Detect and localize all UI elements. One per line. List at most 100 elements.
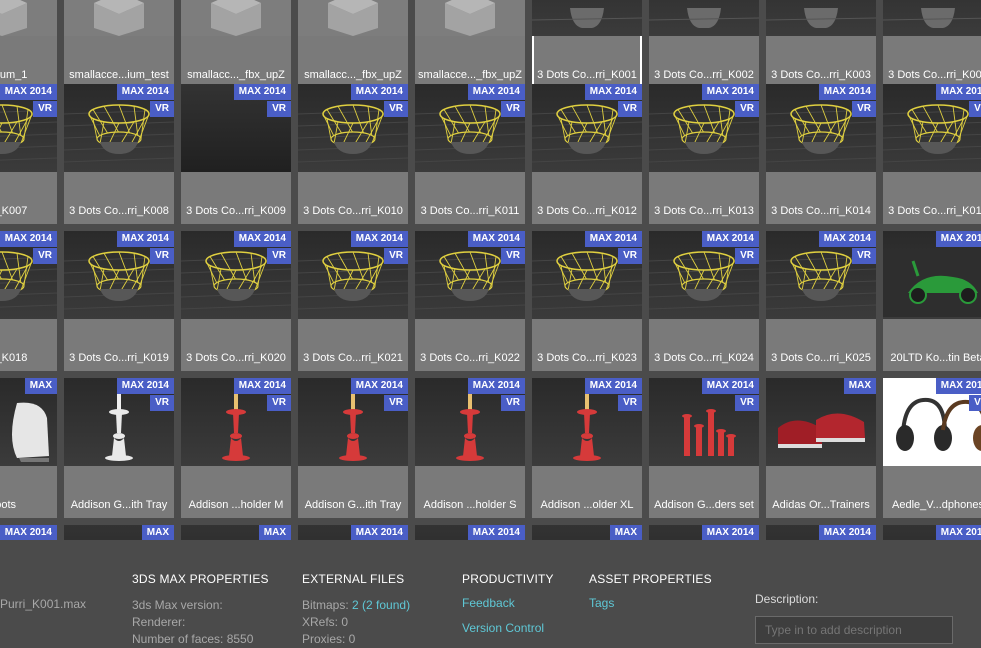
proxies-row: Proxies: 0	[302, 632, 356, 646]
productivity-title: PRODUCTIVITY	[462, 572, 554, 586]
asset-tile[interactable]: MAX 2014 VR 3 Dots Co...rri_K019	[64, 231, 174, 371]
asset-name: 3 Dots Co...rri_K010	[303, 205, 403, 217]
asset-tile[interactable]: MAX 2014 VR 3 Dots Co...rri_K022	[415, 231, 525, 371]
asset-thumbnail	[64, 0, 174, 36]
asset-name: 3 Dots Co...rri_K021	[303, 352, 403, 364]
renderer-row: Renderer:	[132, 615, 186, 629]
asset-tile[interactable]: MAX 2014 VR Addison ...holder M	[181, 378, 291, 518]
asset-tile[interactable]: 3 Dots Co...rri_K003	[766, 0, 876, 88]
asset-name: 3 Dots Co...rri_K014	[771, 205, 871, 217]
max-version-badge: MAX 2014	[233, 84, 291, 100]
asset-tile[interactable]: MAX 2014	[649, 525, 759, 540]
max-version-badge: MAX 2014	[935, 378, 981, 394]
asset-name: 3 Dots Co...rri_K020	[186, 352, 286, 364]
vray-badge: VR	[969, 395, 981, 411]
asset-tile[interactable]: MAX 2014	[298, 525, 408, 540]
asset-tile[interactable]: MAX	[181, 525, 291, 540]
asset-tile[interactable]: MAX 2014VR ...rri_K007	[0, 84, 57, 224]
asset-tile[interactable]: MAX Adidas Or...Trainers	[766, 378, 876, 518]
asset-tile[interactable]: 3 Dots Co...rri_K002	[649, 0, 759, 88]
asset-tile[interactable]: .yngium_1	[0, 0, 57, 88]
bitmaps-link[interactable]: 2 (2 found)	[352, 598, 410, 612]
vray-badge: VR	[618, 101, 642, 117]
max-version-badge: MAX 2014	[233, 378, 291, 394]
max-version-badge: MAX 2014	[0, 231, 57, 247]
description-input[interactable]	[755, 616, 953, 644]
vray-badge: VR	[150, 395, 174, 411]
asset-tile[interactable]: MAX 2014 VR 3 Dots Co...rri_K009	[181, 84, 291, 224]
asset-tile[interactable]: MAX 2014 VR 3 Dots Co...rri_K024	[649, 231, 759, 371]
tags-link[interactable]: Tags	[589, 591, 712, 616]
asset-name: Addison ...older XL	[540, 499, 634, 511]
asset-tile[interactable]: 3 Dots Co...rri_K004	[883, 0, 981, 88]
max-version-badge: MAX 2014	[467, 84, 525, 100]
asset-name: 3 Dots Co...rri_K019	[69, 352, 169, 364]
asset-tile[interactable]: MAX 2014 VR 3 Dots Co...rri_K025	[766, 231, 876, 371]
asset-thumbnail	[883, 0, 981, 36]
max-version-badge: MAX	[609, 525, 642, 540]
vray-badge: VR	[33, 101, 57, 117]
asset-tile[interactable]: MAX 2014 VR 3 Dots Co...rri_K020	[181, 231, 291, 371]
max-version-badge: MAX 2014	[467, 231, 525, 247]
vray-badge: VR	[384, 395, 408, 411]
asset-tile[interactable]: smallacce..._fbx_upZ	[415, 0, 525, 88]
asset-tile[interactable]: MAX 2014 VR Addison G...ith Tray	[64, 378, 174, 518]
asset-tile[interactable]: MAX 2014 VR 3 Dots Co...rri_K023	[532, 231, 642, 371]
max-version-badge: MAX 2014	[584, 84, 642, 100]
asset-thumbnail	[298, 0, 408, 36]
asset-tile[interactable]: MAX 2014 VR 3 Dots Co...rri_K010	[298, 84, 408, 224]
asset-thumbnail	[181, 0, 291, 36]
asset-thumbnail	[0, 0, 57, 36]
vray-badge: VR	[735, 248, 759, 264]
bitmaps-label: Bitmaps:	[302, 598, 349, 612]
asset-name: ...rri_K007	[0, 205, 28, 217]
asset-tile[interactable]: MAX 2014 VR 3 Dots Co...rri_K011	[415, 84, 525, 224]
asset-tile[interactable]: MAX 2014 VR Addison G...ders set	[649, 378, 759, 518]
asset-tile[interactable]: 3 Dots Co...rri_K001	[532, 0, 642, 88]
asset-tile[interactable]: MAX 2014 VR 3 Dots Co...rri_K013	[649, 84, 759, 224]
asset-tile[interactable]: MAX 2014	[415, 525, 525, 540]
version-control-link[interactable]: Version Control	[462, 616, 554, 641]
max-version-badge: MAX	[24, 378, 57, 394]
asset-tile[interactable]: MAX 2014	[766, 525, 876, 540]
asset-name: 3 Dots Co...rri_K009	[186, 205, 286, 217]
vray-badge: VR	[735, 101, 759, 117]
asset-grid[interactable]: .yngium_1smallacce...ium_testsmallacc...…	[0, 0, 981, 540]
vray-badge: VR	[735, 395, 759, 411]
asset-tile[interactable]: MAX 2014 VR 3 Dots Co...rri_K008	[64, 84, 174, 224]
asset-tile[interactable]: smallacce...ium_test	[64, 0, 174, 88]
asset-name: 3 Dots Co...rri_K008	[69, 205, 169, 217]
asset-name: 20LTD Ko...tin Beta	[890, 352, 981, 364]
asset-name: 3 Dots Co...rri_K015	[888, 205, 981, 217]
asset-tile[interactable]: MAX 2014 VR Addison ...older XL	[532, 378, 642, 518]
asset-tile[interactable]: MAX 2014VR 3 Dots Co...rri_K015	[883, 84, 981, 224]
asset-tile[interactable]: smallacc..._fbx_upZ	[298, 0, 408, 88]
max-version-badge: MAX	[258, 525, 291, 540]
asset-tile[interactable]: MAX 2014 VR Addison ...holder S	[415, 378, 525, 518]
vray-badge: VR	[384, 101, 408, 117]
selected-filename: Purri_K001.max	[0, 597, 87, 611]
asset-tile[interactable]: MAX 2014 VR 3 Dots Co...rri_K014	[766, 84, 876, 224]
vray-badge: VR	[384, 248, 408, 264]
asset-tile[interactable]: MAX 2014 VR 3 Dots Co...rri_K012	[532, 84, 642, 224]
asset-tile[interactable]: MAX 2014VR ...rri_K018	[0, 231, 57, 371]
asset-name: 3 Dots Co...rri_K013	[654, 205, 754, 217]
asset-tile[interactable]: MAX	[532, 525, 642, 540]
asset-tile[interactable]: MAX	[64, 525, 174, 540]
max-version-badge: MAX 2014	[701, 231, 759, 247]
asset-tile[interactable]: MAX 2014	[883, 525, 981, 540]
xrefs-row: XRefs: 0	[302, 615, 349, 629]
feedback-link[interactable]: Feedback	[462, 591, 554, 616]
asset-tile[interactable]: MAX 2014	[0, 525, 57, 540]
asset-tile[interactable]: MAX Boots	[0, 378, 57, 518]
max-version-badge: MAX 2014	[818, 84, 876, 100]
max-version-badge: MAX 2014	[350, 84, 408, 100]
asset-tile[interactable]: MAX 2014 20LTD Ko...tin Beta	[883, 231, 981, 371]
asset-tile[interactable]: smallacc..._fbx_upZ	[181, 0, 291, 88]
asset-thumbnail	[532, 0, 642, 36]
external-files-section: EXTERNAL FILES Bitmaps: 2 (2 found) XRef…	[302, 572, 410, 648]
asset-tile[interactable]: MAX 2014VR Aedle_V...dphones	[883, 378, 981, 518]
asset-tile[interactable]: MAX 2014 VR 3 Dots Co...rri_K021	[298, 231, 408, 371]
asset-tile[interactable]: MAX 2014 VR Addison G...ith Tray	[298, 378, 408, 518]
max-version-badge: MAX 2014	[701, 84, 759, 100]
